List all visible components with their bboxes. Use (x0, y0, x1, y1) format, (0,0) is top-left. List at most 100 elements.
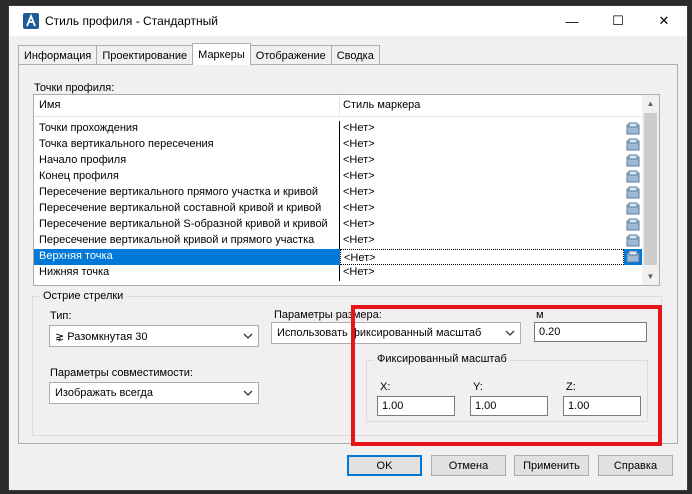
style-picker-icon[interactable] (626, 186, 640, 200)
row-style[interactable]: <Нет> (340, 249, 624, 265)
column-header-name[interactable]: Имя (39, 99, 60, 111)
table-row[interactable]: Пересечение вертикальной составной криво… (34, 201, 643, 217)
type-dropdown-value: ⋧ Разомкнутая 30 (55, 330, 148, 343)
row-style: <Нет> (343, 186, 375, 198)
tab-label: Отображение (255, 49, 326, 62)
table-row[interactable]: Точка вертикального пересечения <Нет> (34, 137, 643, 153)
row-name: Верхняя точка (39, 250, 113, 262)
ok-button[interactable]: OK (347, 455, 422, 476)
table-row[interactable]: Пересечение вертикального прямого участк… (34, 185, 643, 201)
type-dropdown[interactable]: ⋧ Разомкнутая 30 (49, 325, 259, 347)
apply-label: Применить (523, 459, 580, 472)
style-picker-icon[interactable] (626, 250, 640, 264)
profile-points-label: Точки профиля: (34, 82, 115, 94)
row-name: Пересечение вертикального прямого участк… (39, 186, 319, 198)
scale-y-value: 1.00 (475, 400, 497, 412)
row-style: <Нет> (343, 202, 375, 214)
row-name: Пересечение вертикальной S-образной крив… (39, 218, 328, 230)
autocad-app-icon (23, 13, 39, 29)
x-label: X: (380, 381, 391, 393)
size-value-field[interactable]: 0.20 (534, 322, 647, 342)
row-name: Точка вертикального пересечения (39, 138, 214, 150)
row-name: Пересечение вертикальной кривой и прямог… (39, 234, 315, 246)
chevron-down-icon (243, 333, 253, 339)
scale-y-field[interactable]: 1.00 (470, 396, 548, 416)
title-bar[interactable]: Стиль профиля - Стандартный — ☐ ✕ (9, 6, 687, 36)
column-header-marker-style[interactable]: Стиль маркера (343, 99, 420, 111)
tab-strip: Информация Проектирование Маркеры Отобра… (18, 43, 380, 65)
tab-design[interactable]: Проектирование (96, 45, 194, 65)
chevron-down-icon (505, 330, 515, 336)
size-params-dropdown[interactable]: Использовать фиксированный масштаб (271, 322, 521, 344)
row-style: <Нет> (343, 138, 375, 150)
minimize-button[interactable]: — (549, 6, 595, 36)
row-name: Начало профиля (39, 154, 127, 166)
style-picker-icon[interactable] (626, 202, 640, 216)
maximize-icon: ☐ (612, 13, 624, 28)
ok-label: OK (376, 459, 393, 472)
scroll-up-icon[interactable]: ▲ (642, 95, 659, 112)
scale-z-field[interactable]: 1.00 (563, 396, 641, 416)
table-row[interactable]: Точки прохождения <Нет> (34, 121, 643, 137)
z-label: Z: (566, 381, 576, 393)
table-row[interactable]: Начало профиля <Нет> (34, 153, 643, 169)
style-picker-icon[interactable] (626, 154, 640, 168)
scroll-down-icon[interactable]: ▼ (642, 268, 659, 285)
tab-display[interactable]: Отображение (249, 45, 332, 65)
compat-dropdown[interactable]: Изображать всегда (49, 382, 259, 404)
list-header: Имя Стиль маркера (34, 95, 643, 117)
unit-label: м (536, 309, 544, 321)
row-name: Конец профиля (39, 170, 119, 182)
style-picker-icon[interactable] (626, 122, 640, 136)
style-picker-icon[interactable] (626, 234, 640, 248)
scale-z-value: 1.00 (568, 400, 590, 412)
close-icon: ✕ (658, 13, 670, 28)
row-name: Точки прохождения (39, 122, 138, 134)
row-style: <Нет> (343, 218, 375, 230)
chevron-down-icon (243, 390, 253, 396)
row-style: <Нет> (343, 234, 375, 246)
tab-markers[interactable]: Маркеры (192, 43, 251, 65)
apply-button[interactable]: Применить (514, 455, 589, 476)
cancel-button[interactable]: Отмена (431, 455, 506, 476)
help-label: Справка (613, 459, 658, 472)
row-style: <Нет> (343, 266, 375, 278)
list-vertical-scrollbar[interactable]: ▲ ▼ (642, 95, 659, 285)
column-divider[interactable] (339, 95, 340, 117)
arrowhead-group-title: Острие стрелки (40, 290, 127, 302)
fixed-scale-title: Фиксированный масштаб (374, 353, 510, 365)
row-name: Пересечение вертикальной составной криво… (39, 202, 322, 214)
tab-label: Маркеры (198, 48, 245, 61)
scroll-thumb[interactable] (644, 113, 657, 265)
scale-x-value: 1.00 (382, 400, 404, 412)
row-name: Нижняя точка (39, 266, 110, 278)
table-row[interactable]: Пересечение вертикальной кривой и прямог… (34, 233, 643, 249)
row-style: <Нет> (343, 154, 375, 166)
style-picker-icon[interactable] (626, 138, 640, 152)
y-label: Y: (473, 381, 483, 393)
style-picker-icon[interactable] (626, 170, 640, 184)
tab-label: Проектирование (102, 49, 188, 62)
row-style: <Нет> (343, 170, 375, 182)
table-row[interactable]: Нижняя точка <Нет> (34, 265, 643, 281)
table-row[interactable]: Конец профиля <Нет> (34, 169, 643, 185)
tab-info[interactable]: Информация (18, 45, 98, 65)
window-title: Стиль профиля - Стандартный (45, 14, 218, 28)
tab-label: Информация (24, 49, 92, 62)
cancel-label: Отмена (448, 459, 489, 472)
style-picker-icon[interactable] (626, 218, 640, 232)
size-value: 0.20 (539, 326, 561, 338)
list-rows: Точки прохождения <Нет> Точка вертикально… (34, 121, 643, 281)
help-button[interactable]: Справка (598, 455, 673, 476)
maximize-button[interactable]: ☐ (595, 6, 641, 36)
size-params-label: Параметры размера: (274, 309, 382, 321)
table-row[interactable]: Пересечение вертикальной S-образной крив… (34, 217, 643, 233)
size-params-dropdown-value: Использовать фиксированный масштаб (277, 327, 482, 339)
scale-x-field[interactable]: 1.00 (377, 396, 455, 416)
row-style: <Нет> (343, 122, 375, 134)
profile-points-list[interactable]: Имя Стиль маркера Точки прохождения <Нет>… (33, 94, 660, 286)
compat-label: Параметры совместимости: (50, 367, 193, 379)
close-button[interactable]: ✕ (641, 6, 687, 36)
table-row-selected[interactable]: Верхняя точка <Нет> (34, 249, 643, 265)
tab-summary[interactable]: Сводка (330, 45, 380, 65)
